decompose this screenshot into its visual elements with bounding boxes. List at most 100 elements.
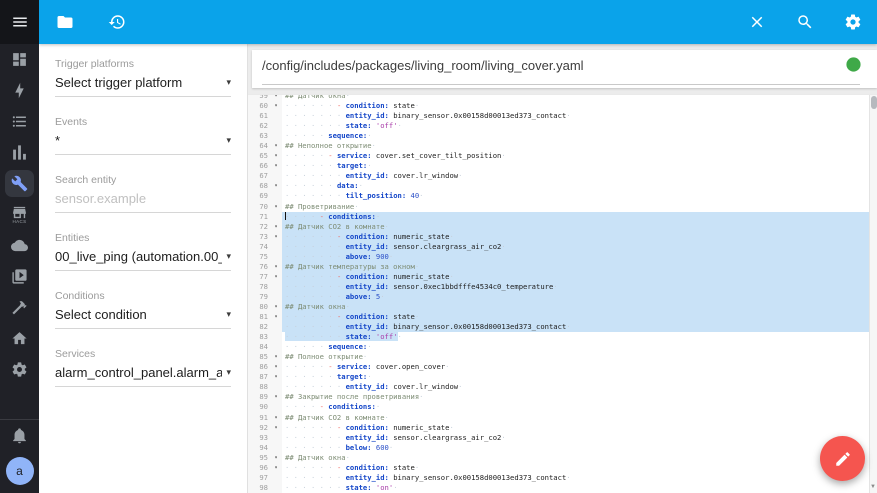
sidebar-menu-button[interactable] [0, 0, 39, 44]
fold-arrow-icon[interactable]: ▾ [270, 101, 282, 111]
sidebar-item-developer-tools[interactable] [0, 168, 39, 199]
sidebar-item-logbook[interactable] [0, 106, 39, 137]
code-line[interactable]: 72▾## Датчик CO2 в комнате· [248, 222, 869, 232]
code-line[interactable]: 98· · · · · · · state: 'on'· [248, 483, 869, 493]
sidebar-item-tools[interactable] [0, 292, 39, 323]
fold-arrow-icon[interactable]: ▾ [270, 312, 282, 322]
vertical-scrollbar[interactable]: ▼ [869, 95, 877, 493]
sidebar-item-cloud[interactable] [0, 230, 39, 261]
code-line[interactable]: 75· · · · · · · above: 900· [248, 252, 869, 262]
edit-fab-button[interactable] [820, 436, 865, 481]
code-line[interactable]: 61· · · · · · · entity_id: binary_sensor… [248, 111, 869, 121]
sidebar-item-history[interactable] [0, 137, 39, 168]
code-line[interactable]: 68▾· · · · · · data:· [248, 181, 869, 191]
sidebar-item-supervisor[interactable] [0, 323, 39, 354]
text-input-search-entity[interactable]: sensor.example [55, 191, 231, 213]
fold-arrow-icon[interactable]: ▾ [270, 181, 282, 191]
code-line[interactable]: 91▾## Датчик CO2 в комнате· [248, 413, 869, 423]
fold-arrow-icon[interactable]: ▾ [270, 272, 282, 282]
fold-arrow-icon[interactable]: ▾ [270, 372, 282, 382]
code-line[interactable]: 67· · · · · · · entity_id: cover.lr_wind… [248, 171, 869, 181]
fold-arrow-icon[interactable]: ▾ [270, 202, 282, 212]
code-line[interactable]: 87▾· · · · · · target:· [248, 372, 869, 382]
code-line[interactable]: 63· · · · · sequence:· [248, 131, 869, 141]
file-path-input[interactable]: /config/includes/packages/living_room/li… [262, 50, 860, 80]
sidebar-item-media[interactable] [0, 261, 39, 292]
fold-arrow-icon[interactable]: ▾ [270, 362, 282, 372]
code-line[interactable]: 71· · · · - conditions:· [248, 212, 869, 222]
select-trigger-platforms[interactable]: Select trigger platform▾ [55, 75, 231, 97]
sidebar-item-dashboard[interactable] [0, 44, 39, 75]
fold-arrow-icon[interactable]: ▾ [270, 302, 282, 312]
sidebar-item-hacs[interactable]: HACS [0, 199, 39, 230]
settings-button[interactable] [841, 10, 865, 34]
indent-whitespace: · · · · · · · [285, 252, 346, 261]
indent-whitespace: · · · · · · · [285, 473, 346, 482]
code-line[interactable]: 89▾## Закрытие после проветривания· [248, 392, 869, 402]
select-conditions[interactable]: Select condition▾ [55, 307, 231, 329]
code-line[interactable]: 73▾· · · · · · - condition: numeric_stat… [248, 232, 869, 242]
fold-arrow-icon[interactable]: ▾ [270, 232, 282, 242]
fold-arrow-icon[interactable]: ▾ [270, 413, 282, 423]
trailing-whitespace: · [367, 161, 371, 170]
search-button[interactable] [793, 10, 817, 34]
code-line[interactable]: 64▾## Неполное открытие· [248, 141, 869, 151]
fold-arrow-icon[interactable]: ▾ [270, 141, 282, 151]
code-line[interactable]: 78· · · · · · · entity_id: sensor.0xec1b… [248, 282, 869, 292]
code-line[interactable]: 93· · · · · · · entity_id: sensor.clearg… [248, 433, 869, 443]
trailing-whitespace: · [380, 292, 384, 301]
scroll-down-arrow-icon[interactable]: ▼ [869, 483, 877, 493]
indent-whitespace: · · · · · · [285, 161, 337, 170]
history-button[interactable] [105, 10, 129, 34]
code-line[interactable]: 85▾## Полное открытие· [248, 352, 869, 362]
fold-arrow-icon[interactable]: ▾ [270, 222, 282, 232]
folder-button[interactable] [53, 10, 77, 34]
sidebar-item-energy[interactable] [0, 75, 39, 106]
code-line[interactable]: 92▾· · · · · · - condition: numeric_stat… [248, 423, 869, 433]
fold-arrow-icon[interactable]: ▾ [270, 392, 282, 402]
code-line[interactable]: 79· · · · · · · above: 5· [248, 292, 869, 302]
select-services[interactable]: alarm_control_panel.alarm_arm_aw ...▾ [55, 365, 231, 387]
fold-arrow-icon[interactable]: ▾ [270, 423, 282, 433]
code-line[interactable]: 82· · · · · · · entity_id: binary_sensor… [248, 322, 869, 332]
line-number: 68 [248, 181, 270, 191]
notifications-button[interactable] [0, 420, 39, 451]
fold-gutter [270, 402, 282, 412]
code-line[interactable]: 70▾## Проветривание· [248, 202, 869, 212]
code-line[interactable]: 76▾## Датчик температуры за окном· [248, 262, 869, 272]
code-line[interactable]: 84· · · · · sequence:· [248, 342, 869, 352]
select-entities[interactable]: 00_live_ping (automation.00_live_pi ...▾ [55, 249, 231, 271]
code-line[interactable]: 74· · · · · · · entity_id: sensor.clearg… [248, 242, 869, 252]
code-line[interactable]: 95▾## Датчик окна· [248, 453, 869, 463]
scrollbar-thumb[interactable] [871, 96, 877, 109]
gear-icon [844, 13, 862, 31]
fold-arrow-icon[interactable]: ▾ [270, 151, 282, 161]
fold-arrow-icon[interactable]: ▾ [270, 161, 282, 171]
code-line[interactable]: 81▾· · · · · · - condition: state· [248, 312, 869, 322]
code-line[interactable]: 96▾· · · · · · - condition: state· [248, 463, 869, 473]
user-avatar[interactable]: a [6, 457, 34, 485]
code-line[interactable]: 69· · · · · · · tilt_position: 40· [248, 191, 869, 201]
fold-arrow-icon[interactable]: ▾ [270, 463, 282, 473]
code-line[interactable]: 80▾## Датчик окна· [248, 302, 869, 312]
code-line[interactable]: 97· · · · · · · entity_id: binary_sensor… [248, 473, 869, 483]
yaml-code-editor[interactable]: 59▾## Датчик окна·60▾· · · · · · - condi… [248, 95, 877, 493]
fold-arrow-icon[interactable]: ▾ [270, 262, 282, 272]
sidebar-item-settings[interactable] [0, 354, 39, 385]
token-val: binary_sensor.0x00158d00013ed373_contact [389, 473, 566, 482]
code-line[interactable]: 94· · · · · · · below: 600· [248, 443, 869, 453]
code-line[interactable]: 86▾· · · · · - service: cover.open_cover… [248, 362, 869, 372]
code-line[interactable]: 66▾· · · · · · target:· [248, 161, 869, 171]
code-line[interactable]: 60▾· · · · · · - condition: state· [248, 101, 869, 111]
indent-whitespace: · · · · [285, 402, 320, 411]
code-line[interactable]: 83· · · · · · · state: 'off'· [248, 332, 869, 342]
fold-arrow-icon[interactable]: ▾ [270, 352, 282, 362]
close-button[interactable] [745, 10, 769, 34]
code-line[interactable]: 65▾· · · · · - service: cover.set_cover_… [248, 151, 869, 161]
code-line[interactable]: 88· · · · · · · entity_id: cover.lr_wind… [248, 382, 869, 392]
select-events[interactable]: *▾ [55, 133, 231, 155]
code-line[interactable]: 77▾· · · · · · - condition: numeric_stat… [248, 272, 869, 282]
fold-arrow-icon[interactable]: ▾ [270, 453, 282, 463]
code-line[interactable]: 90· · · · - conditions:· [248, 402, 869, 412]
code-line[interactable]: 62· · · · · · · state: 'off'· [248, 121, 869, 131]
